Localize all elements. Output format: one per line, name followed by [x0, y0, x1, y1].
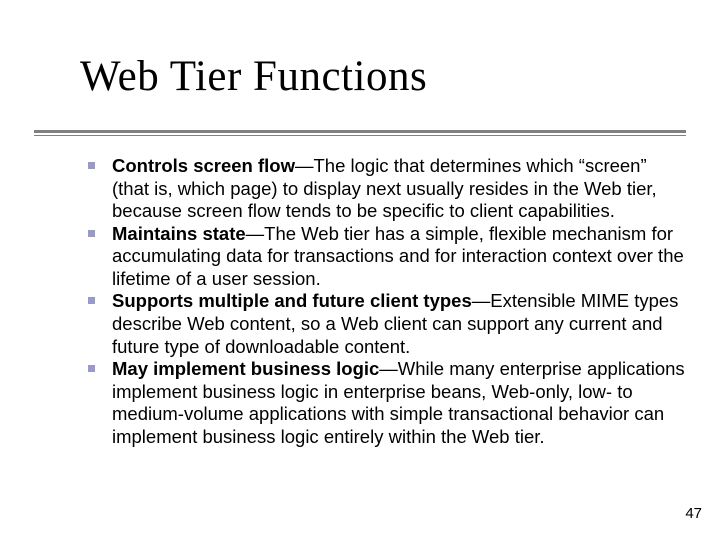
- title-underline: [34, 130, 686, 136]
- square-bullet-icon: [88, 230, 95, 237]
- list-item: May implement business logic—While many …: [112, 358, 688, 448]
- rule-thin: [34, 135, 686, 136]
- list-item-lead: Controls screen flow: [112, 155, 295, 176]
- slide-title: Web Tier Functions: [80, 52, 427, 101]
- list-item: Supports multiple and future client type…: [112, 290, 688, 358]
- square-bullet-icon: [88, 297, 95, 304]
- list-item: Controls screen flow—The logic that dete…: [112, 155, 688, 223]
- list-item-lead: Supports multiple and future client type…: [112, 290, 472, 311]
- slide: Web Tier Functions Controls screen flow—…: [0, 0, 720, 540]
- list-item-lead: May implement business logic: [112, 358, 379, 379]
- list-item: Maintains state—The Web tier has a simpl…: [112, 223, 688, 291]
- square-bullet-icon: [88, 162, 95, 169]
- list-item-lead: Maintains state: [112, 223, 246, 244]
- square-bullet-icon: [88, 365, 95, 372]
- page-number: 47: [685, 505, 702, 522]
- bullet-list: Controls screen flow—The logic that dete…: [112, 155, 688, 448]
- rule-thick: [34, 130, 686, 133]
